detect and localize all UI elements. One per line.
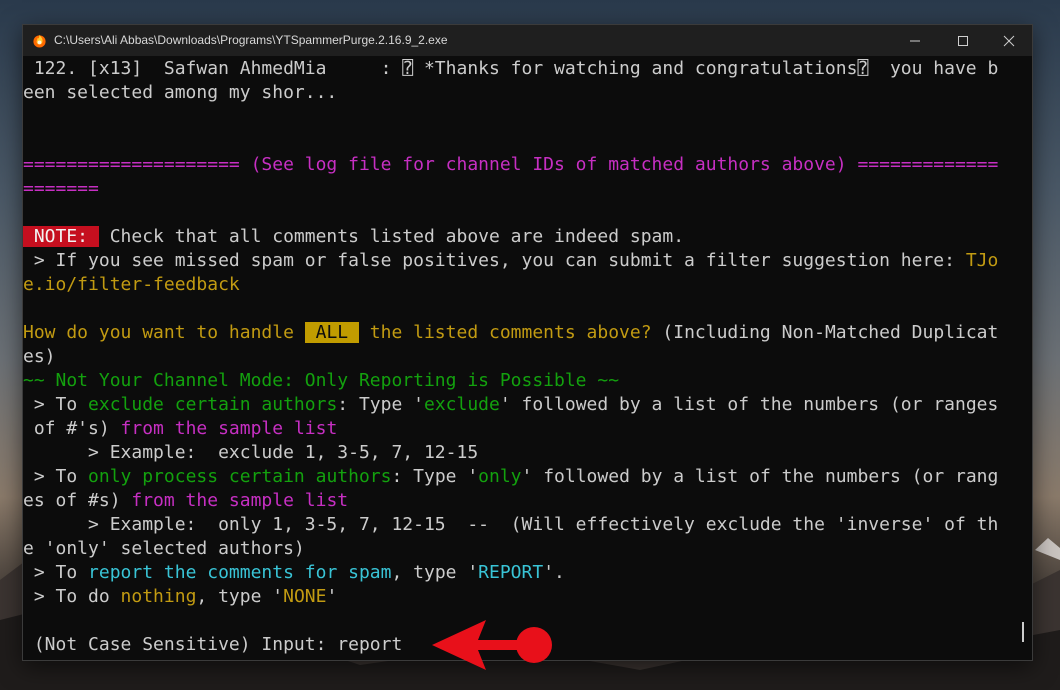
terminal-line: NOTE: Check that all comments listed abo… <box>23 225 684 249</box>
option-text: ' <box>326 586 338 607</box>
terminal-line: > Example: only 1, 3-5, 7, 12-15 -- (Wil… <box>23 513 998 537</box>
option-highlight: exclude certain authors <box>88 394 338 415</box>
terminal-line: > If you see missed spam or false positi… <box>23 249 999 273</box>
log-separator: ==================== (See log file for c… <box>23 154 999 175</box>
terminal-line: > To do nothing, type 'NONE' <box>23 585 337 609</box>
red-arrow-icon <box>432 620 552 670</box>
option-example-cont: e 'only' selected authors) <box>23 538 305 559</box>
feedback-text: > If you see missed spam or false positi… <box>23 250 966 271</box>
option-highlight: from the sample list <box>131 490 349 511</box>
option-keyword: NONE <box>283 586 327 607</box>
note-badge: NOTE: <box>23 226 99 247</box>
terminal-line: es of #s) from the sample list <box>23 489 348 513</box>
option-text: > To <box>23 466 89 487</box>
close-icon <box>1003 35 1015 47</box>
option-highlight: nothing <box>120 586 197 607</box>
terminal-line: > To only process certain authors: Type … <box>23 465 999 489</box>
terminal-line: ~~ Not Your Channel Mode: Only Reporting… <box>23 369 619 393</box>
feedback-link: TJo <box>965 250 999 271</box>
option-text: es of #s) <box>23 490 132 511</box>
option-text: : Type ' <box>391 466 479 487</box>
mode-banner: ~~ Not Your Channel Mode: Only Reporting… <box>23 370 620 391</box>
terminal-line: es) <box>23 345 56 369</box>
option-text: '. <box>543 562 565 583</box>
question-text: How do you want to handle <box>23 322 305 343</box>
terminal-line: 122. [x13] Safwan AhmedMia : ⍰ *Thanks f… <box>23 57 999 81</box>
input-value[interactable]: report <box>337 634 402 655</box>
option-text: ' followed by a list of the numbers (or … <box>521 466 999 487</box>
terminal-line: of #'s) from the sample list <box>23 417 337 441</box>
question-note: (Including Non-Matched Duplicat <box>651 322 999 343</box>
comment-line-cont: een selected among my shor... <box>23 82 338 103</box>
question-note-cont: es) <box>23 346 56 367</box>
input-prompt-label: (Not Case Sensitive) Input: <box>23 634 338 655</box>
minimize-button[interactable] <box>892 25 938 56</box>
input-prompt-line[interactable]: (Not Case Sensitive) Input: report <box>23 633 402 657</box>
all-badge: ALL <box>304 322 359 343</box>
terminal-line: > To exclude certain authors: Type 'excl… <box>23 393 999 417</box>
title-bar[interactable]: C:\Users\Ali Abbas\Downloads\Programs\YT… <box>23 25 1032 56</box>
option-text: > To <box>23 394 89 415</box>
option-text: ' followed by a list of the numbers (or … <box>499 394 999 415</box>
option-highlight: only process certain authors <box>88 466 392 487</box>
terminal-line: How do you want to handle ALL the listed… <box>23 321 998 345</box>
feedback-link-cont: e.io/filter-feedback <box>23 274 240 295</box>
option-keyword: exclude <box>423 394 500 415</box>
scrollbar-indicator[interactable] <box>1022 622 1024 642</box>
maximize-icon <box>958 36 968 46</box>
minimize-icon <box>910 40 920 42</box>
option-keyword: only <box>478 466 522 487</box>
option-text: : Type ' <box>337 394 424 415</box>
close-button[interactable] <box>986 25 1032 56</box>
terminal-line: e.io/filter-feedback <box>23 273 240 297</box>
terminal-output[interactable]: 122. [x13] Safwan AhmedMia : ⍰ *Thanks f… <box>23 56 1032 660</box>
option-text: > To do <box>23 586 121 607</box>
maximize-button[interactable] <box>940 25 986 56</box>
question-text-cont: the listed comments above? <box>358 322 652 343</box>
log-separator-cont: ======= <box>23 178 99 199</box>
option-highlight: from the sample list <box>120 418 338 439</box>
option-highlight: report the comments for spam <box>88 562 392 583</box>
option-text: , type ' <box>196 586 284 607</box>
console-window: C:\Users\Ali Abbas\Downloads\Programs\YT… <box>22 24 1033 661</box>
option-text: > To <box>23 562 89 583</box>
option-example: > Example: exclude 1, 3-5, 7, 12-15 <box>23 442 479 463</box>
terminal-line: e 'only' selected authors) <box>23 537 305 561</box>
option-example: > Example: only 1, 3-5, 7, 12-15 -- (Wil… <box>23 514 999 535</box>
note-text: Check that all comments listed above are… <box>98 226 685 247</box>
terminal-line: > Example: exclude 1, 3-5, 7, 12-15 <box>23 441 478 465</box>
window-title: C:\Users\Ali Abbas\Downloads\Programs\YT… <box>54 33 448 47</box>
terminal-line: ==================== (See log file for c… <box>23 153 998 177</box>
option-keyword: REPORT <box>478 562 544 583</box>
option-text: , type ' <box>391 562 479 583</box>
terminal-line: ======= <box>23 177 99 201</box>
option-text: of #'s) <box>23 418 121 439</box>
terminal-line: een selected among my shor... <box>23 81 337 105</box>
fire-icon <box>33 34 46 48</box>
comment-line: 122. [x13] Safwan AhmedMia : ⍰ *Thanks f… <box>23 58 999 79</box>
terminal-line: > To report the comments for spam, type … <box>23 561 565 585</box>
